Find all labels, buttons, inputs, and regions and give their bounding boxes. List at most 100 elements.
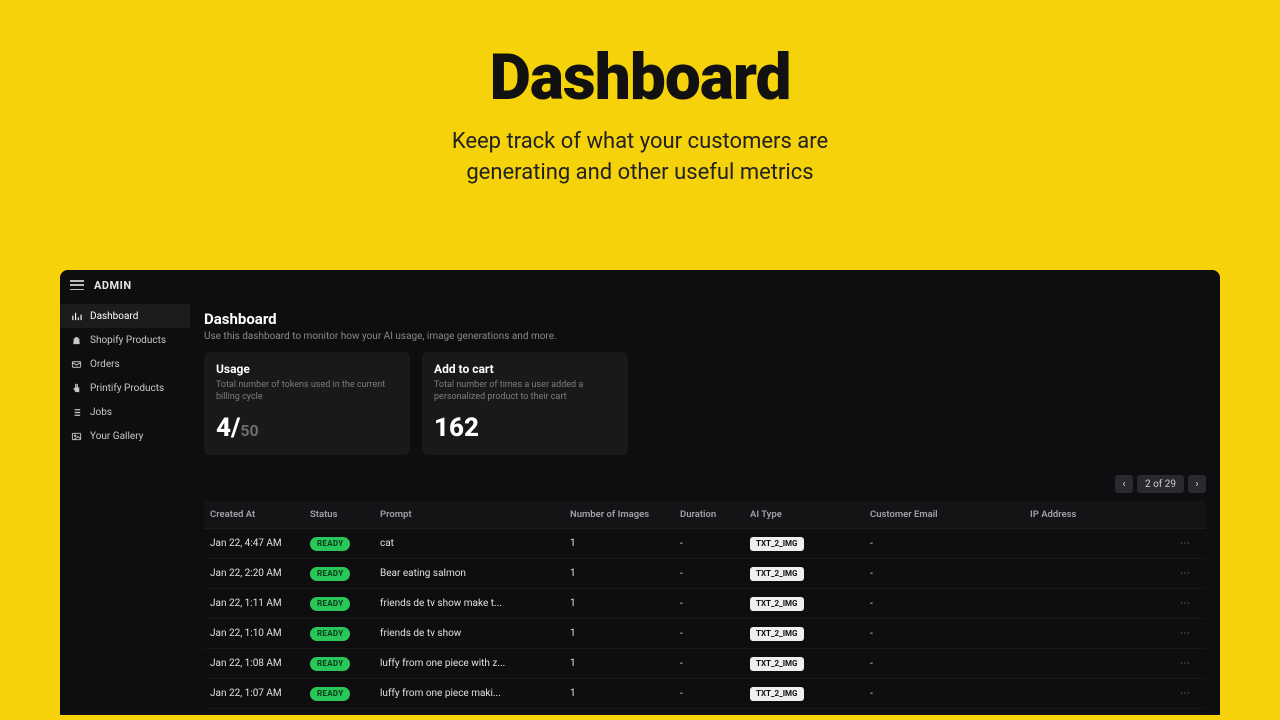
row-actions-button[interactable]: ⋯ [1170,688,1196,699]
type-badge: TXT_2_IMG [750,537,804,551]
cell-status: READY [310,597,380,611]
sidebar-item-dashboard[interactable]: Dashboard [60,304,190,328]
cell-ai-type: TXT_2_IMG [750,567,870,581]
sidebar: Dashboard Shopify Products Orders Printi… [60,300,190,715]
cell-created-at: Jan 22, 4:47 AM [210,538,310,549]
cell-num-images: 1 [570,688,680,699]
cell-created-at: Jan 22, 1:11 AM [210,598,310,609]
status-badge: READY [310,567,350,581]
cell-created-at: Jan 22, 2:20 AM [210,568,310,579]
cell-prompt: friends de tv show make t... [380,598,570,609]
page-title: Dashboard [204,310,1206,328]
th-created-at: Created At [210,509,310,520]
cell-prompt: luffy from one piece maki... [380,688,570,699]
cell-ai-type: TXT_2_IMG [750,537,870,551]
table-header-row: Created At Status Prompt Number of Image… [204,501,1206,529]
sidebar-item-label: Jobs [90,407,112,418]
th-status: Status [310,509,380,520]
generations-table: Created At Status Prompt Number of Image… [204,501,1206,709]
bar-chart-icon [70,311,82,322]
cell-num-images: 1 [570,538,680,549]
topbar: ADMIN [60,270,1220,300]
add-to-cart-card: Add to cart Total number of times a user… [422,352,628,455]
type-badge: TXT_2_IMG [750,567,804,581]
row-actions-button[interactable]: ⋯ [1170,538,1196,549]
pagination: ‹ 2 of 29 › [204,475,1206,493]
cell-status: READY [310,657,380,671]
table-row[interactable]: Jan 22, 1:07 AMREADYluffy from one piece… [204,679,1206,709]
cell-customer-email: - [870,628,1030,639]
menu-icon[interactable] [70,280,84,290]
sidebar-item-label: Dashboard [90,311,138,322]
sidebar-item-your-gallery[interactable]: Your Gallery [60,424,190,448]
page-prev-button[interactable]: ‹ [1115,475,1133,493]
page-next-button[interactable]: › [1188,475,1206,493]
cell-ai-type: TXT_2_IMG [750,657,870,671]
cell-prompt: luffy from one piece with z... [380,658,570,669]
status-badge: READY [310,597,350,611]
sidebar-item-label: Shopify Products [90,335,166,346]
row-actions-button[interactable]: ⋯ [1170,568,1196,579]
cell-duration: - [680,538,750,549]
table-row[interactable]: Jan 22, 4:47 AMREADYcat1-TXT_2_IMG-⋯ [204,529,1206,559]
sidebar-item-shopify-products[interactable]: Shopify Products [60,328,190,352]
cell-duration: - [680,688,750,699]
usage-card-desc: Total number of tokens used in the curre… [216,379,398,403]
table-row[interactable]: Jan 22, 1:11 AMREADY friends de tv show m… [204,589,1206,619]
cell-customer-email: - [870,568,1030,579]
table-row[interactable]: Jan 22, 2:20 AMREADY Bear eating salmon1 -… [204,559,1206,589]
cell-created-at: Jan 22, 1:08 AM [210,658,310,669]
cell-status: READY [310,567,380,581]
cell-customer-email: - [870,688,1030,699]
type-badge: TXT_2_IMG [750,597,804,611]
th-ip-address: IP Address [1030,509,1170,520]
type-badge: TXT_2_IMG [750,657,804,671]
cell-customer-email: - [870,658,1030,669]
page-indicator: 2 of 29 [1137,475,1184,493]
cell-ai-type: TXT_2_IMG [750,597,870,611]
cell-status: READY [310,627,380,641]
cell-status: READY [310,537,380,551]
app-window: ADMIN Dashboard Shopify Products Orders [60,270,1220,715]
row-actions-button[interactable]: ⋯ [1170,598,1196,609]
cell-num-images: 1 [570,658,680,669]
sidebar-item-label: Printify Products [90,383,164,394]
cell-num-images: 1 [570,598,680,609]
sidebar-item-jobs[interactable]: Jobs [60,400,190,424]
cart-card-desc: Total number of times a user added a per… [434,379,616,403]
cell-prompt: Bear eating salmon [380,568,570,579]
cart-card-title: Add to cart [434,362,616,376]
cell-duration: - [680,658,750,669]
page-subtitle: Use this dashboard to monitor how your A… [204,331,1206,342]
main-content: Dashboard Use this dashboard to monitor … [190,300,1220,715]
cell-num-images: 1 [570,568,680,579]
usage-card-title: Usage [216,362,398,376]
th-num-images: Number of Images [570,509,680,520]
sidebar-item-printify-products[interactable]: Printify Products [60,376,190,400]
cell-created-at: Jan 22, 1:10 AM [210,628,310,639]
th-prompt: Prompt [380,509,570,520]
type-badge: TXT_2_IMG [750,627,804,641]
mail-icon [70,359,82,370]
list-icon [70,407,82,418]
table-row[interactable]: Jan 22, 1:08 AMREADYluffy from one piece… [204,649,1206,679]
row-actions-button[interactable]: ⋯ [1170,628,1196,639]
usage-card: Usage Total number of tokens used in the… [204,352,410,455]
status-badge: READY [310,537,350,551]
hero-title: Dashboard [0,40,1280,115]
th-duration: Duration [680,509,750,520]
sidebar-item-label: Orders [90,359,120,370]
cell-ai-type: TXT_2_IMG [750,627,870,641]
cell-customer-email: - [870,538,1030,549]
cell-duration: - [680,628,750,639]
row-actions-button[interactable]: ⋯ [1170,658,1196,669]
sidebar-item-orders[interactable]: Orders [60,352,190,376]
bag-icon [70,335,82,346]
hand-icon [70,383,82,394]
type-badge: TXT_2_IMG [750,687,804,701]
table-row[interactable]: Jan 22, 1:10 AMREADYfriends de tv show1-… [204,619,1206,649]
cell-prompt: cat [380,538,570,549]
status-badge: READY [310,627,350,641]
cart-card-value: 162 [434,413,616,443]
cell-created-at: Jan 22, 1:07 AM [210,688,310,699]
